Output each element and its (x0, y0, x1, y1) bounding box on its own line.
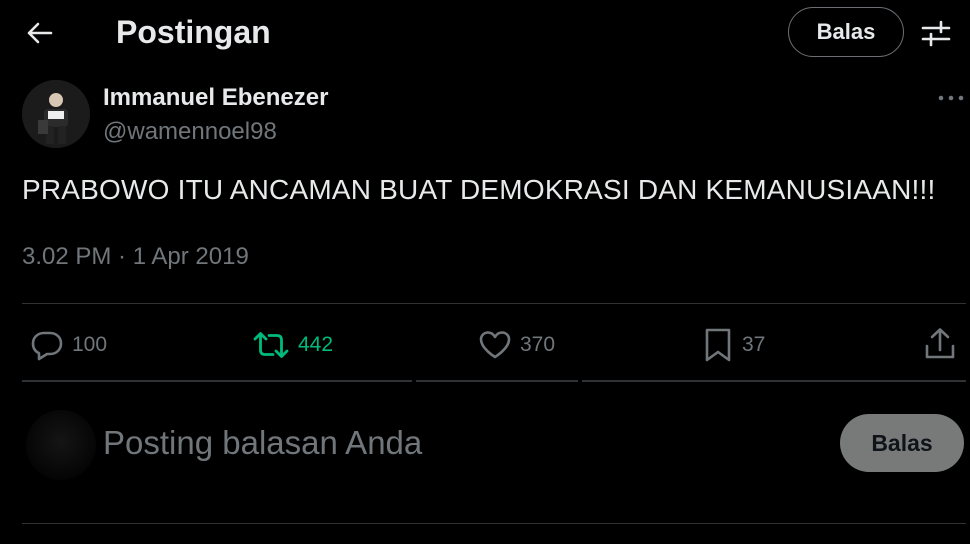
more-icon[interactable] (936, 86, 966, 110)
repost-icon (253, 332, 289, 358)
like-action[interactable]: 370 (478, 325, 555, 365)
author-name[interactable]: Immanuel Ebenezer (103, 84, 328, 112)
post-timestamp[interactable]: 3.02 PM · 1 Apr 2019 (22, 243, 249, 271)
reply-button[interactable]: Balas (840, 414, 964, 472)
bookmark-icon (705, 328, 731, 362)
divider (22, 380, 412, 382)
composer-avatar (26, 410, 96, 480)
bookmark-action[interactable]: 37 (702, 325, 765, 365)
avatar[interactable] (22, 80, 90, 148)
reply-count: 100 (72, 333, 108, 356)
divider (22, 303, 966, 304)
repost-action[interactable]: 442 (252, 325, 333, 365)
post-text: PRABOWO ITU ANCAMAN BUAT DEMOKRASI DAN K… (22, 174, 936, 205)
like-icon (479, 331, 511, 359)
like-count: 370 (520, 333, 556, 356)
back-arrow-icon[interactable] (24, 18, 54, 48)
bookmark-count: 37 (742, 333, 766, 356)
divider (22, 523, 966, 524)
reply-icon (31, 331, 63, 361)
divider (582, 380, 966, 382)
share-icon[interactable] (922, 326, 958, 362)
divider (416, 380, 578, 382)
reply-action[interactable]: 100 (30, 325, 107, 365)
reply-header-button[interactable]: Balas (788, 7, 904, 57)
page-title: Postingan (116, 14, 271, 50)
author-handle[interactable]: @wamennoel98 (103, 118, 277, 146)
tune-icon[interactable] (920, 18, 952, 48)
repost-count: 442 (298, 333, 334, 356)
reply-input[interactable]: Posting balasan Anda (103, 424, 422, 462)
